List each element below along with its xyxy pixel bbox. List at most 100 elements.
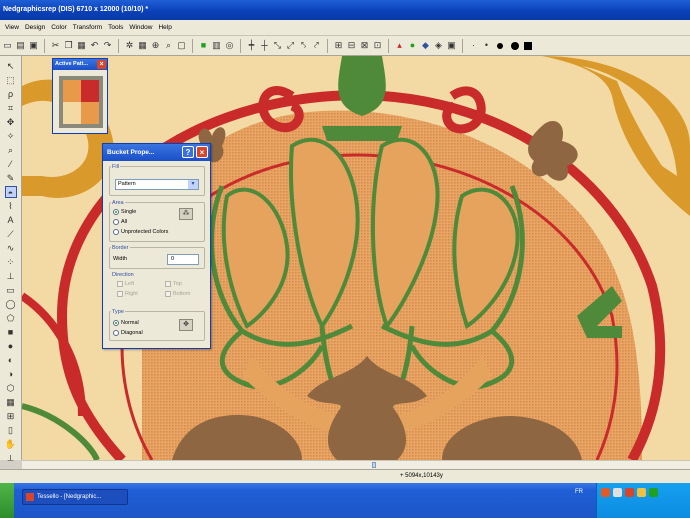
area-options-icon[interactable]: ⁂ (179, 208, 193, 220)
paste-icon[interactable]: ▦ (76, 40, 87, 51)
brush-square-icon[interactable] (524, 41, 532, 50)
area-unprotected-option[interactable]: Unprotected Colors (113, 229, 168, 235)
pencil-tool-icon[interactable]: ✎ (5, 172, 17, 184)
select-rect-tool-icon[interactable]: ⬚ (5, 74, 17, 86)
brush-size-1-icon[interactable]: · (468, 40, 479, 51)
stamp-tool-icon[interactable]: ⊥ (5, 270, 17, 282)
brush-tool-icon[interactable]: ⌇ (5, 200, 17, 212)
ellipse-tool-icon[interactable]: ◯ (5, 298, 17, 310)
taskbar-item-tessello[interactable]: Tessello - [Nedgraphic... (22, 489, 128, 505)
blend-tool-icon[interactable]: ◑ (5, 368, 17, 380)
active-pattern-close-button[interactable]: × (97, 60, 106, 69)
type-diagonal-radio[interactable] (113, 330, 119, 336)
color-swap-icon[interactable]: ● (407, 40, 418, 51)
direction-top-checkbox[interactable] (165, 281, 171, 287)
area-all-option[interactable]: All (113, 219, 127, 225)
security-icon[interactable] (625, 488, 634, 497)
area-single-option[interactable]: Single (113, 209, 136, 215)
brush-size-3-icon[interactable] (497, 42, 503, 49)
fit-icon[interactable]: ▢ (176, 40, 187, 51)
bucket-dialog-title-bar[interactable]: Bucket Prope... ? × (103, 144, 210, 161)
menu-design[interactable]: Design (22, 24, 48, 31)
menu-window[interactable]: Window (126, 24, 155, 31)
pointer-tool-icon[interactable]: ↖ (5, 60, 17, 72)
outline-tool-icon[interactable]: ⬡ (5, 382, 17, 394)
language-indicator[interactable]: FR (575, 489, 583, 495)
zoom-in-icon[interactable]: ⊕ (150, 40, 161, 51)
rotate-right-icon[interactable]: ⤢ (285, 40, 296, 51)
active-pattern-swatch[interactable] (59, 76, 103, 128)
direction-bottom-checkbox[interactable] (165, 291, 171, 297)
grid-icon[interactable]: ▦ (137, 40, 148, 51)
menu-transform[interactable]: Transform (70, 24, 105, 31)
tray-app-icon[interactable] (601, 488, 610, 497)
save-icon[interactable]: ▣ (28, 40, 39, 51)
pattern-icon[interactable]: ✲ (124, 40, 135, 51)
hand-tool-icon[interactable]: ✋ (5, 438, 17, 450)
settings-icon[interactable]: ◎ (224, 40, 235, 51)
open-icon[interactable]: ▤ (15, 40, 26, 51)
color-pick-icon[interactable]: ◆ (420, 40, 431, 51)
tile-icon[interactable]: ⊟ (346, 40, 357, 51)
rectangle-tool-icon[interactable]: ▭ (5, 284, 17, 296)
gradient-tool-icon[interactable]: ◐ (5, 354, 17, 366)
menu-view[interactable]: View (2, 24, 22, 31)
bucket-tool-icon[interactable]: ◓ (4, 186, 17, 198)
horizontal-scrollbar[interactable] (22, 460, 690, 469)
zoom-tool-icon[interactable]: ⌕ (5, 144, 17, 156)
border-width-input[interactable]: 0 (167, 254, 199, 265)
type-diagonal-option[interactable]: Diagonal (113, 330, 143, 336)
text-tool-icon[interactable]: A (5, 214, 17, 226)
undo-icon[interactable]: ↶ (89, 40, 100, 51)
direction-left-checkbox[interactable] (117, 281, 123, 287)
half-drop-icon[interactable]: ⊠ (359, 40, 370, 51)
move-tool-icon[interactable]: ✥ (5, 116, 17, 128)
bucket-properties-dialog[interactable]: Bucket Prope... ? × Fill Pattern ▾ Area … (102, 143, 211, 349)
spray-tool-icon[interactable]: ⁘ (5, 256, 17, 268)
fill-ellipse-tool-icon[interactable]: ● (5, 340, 17, 352)
lasso-tool-icon[interactable]: ρ (5, 88, 17, 100)
flip-icon[interactable]: ⤣ (298, 40, 309, 51)
fill-rect-tool-icon[interactable]: ■ (5, 326, 17, 338)
update-icon[interactable] (649, 488, 658, 497)
skew-icon[interactable]: ⤤ (311, 40, 322, 51)
redo-icon[interactable]: ↷ (102, 40, 113, 51)
eyedropper-tool-icon[interactable]: ⁄ (5, 158, 17, 170)
scrollbar-thumb[interactable] (372, 462, 376, 468)
brush-size-4-icon[interactable] (511, 41, 519, 50)
curve-tool-icon[interactable]: ∿ (5, 242, 17, 254)
magic-wand-tool-icon[interactable]: ✧ (5, 130, 17, 142)
direction-right-option[interactable]: Right (117, 291, 138, 297)
volume-icon[interactable] (637, 488, 646, 497)
type-normal-option[interactable]: Normal (113, 320, 139, 326)
menu-color[interactable]: Color (48, 24, 70, 31)
direction-right-checkbox[interactable] (117, 291, 123, 297)
polygon-tool-icon[interactable]: ⬠ (5, 312, 17, 324)
cut-icon[interactable]: ✂ (50, 40, 61, 51)
color-reduce-icon[interactable]: ▴ (394, 40, 405, 51)
mirror-vertical-icon[interactable]: ┼ (259, 40, 270, 51)
repeat-icon[interactable]: ⊞ (333, 40, 344, 51)
area-all-radio[interactable] (113, 219, 119, 225)
start-button[interactable] (0, 483, 14, 518)
close-button[interactable]: × (196, 146, 208, 158)
area-single-radio[interactable] (113, 209, 119, 215)
brush-size-2-icon[interactable]: • (481, 40, 492, 51)
active-pattern-title-bar[interactable]: Active Patt... × (53, 59, 107, 70)
network-icon[interactable] (613, 488, 622, 497)
type-options-icon[interactable]: ✥ (179, 319, 193, 331)
eraser-tool-icon[interactable]: ▯ (5, 424, 17, 436)
palette-icon[interactable]: ■ (198, 40, 209, 51)
direction-bottom-option[interactable]: Bottom (165, 291, 190, 297)
active-pattern-panel[interactable]: Active Patt... × (52, 58, 108, 134)
line-tool-icon[interactable]: ⟋ (5, 228, 17, 240)
color-table-icon[interactable]: ▣ (446, 40, 457, 51)
type-normal-radio[interactable] (113, 320, 119, 326)
fill-select[interactable]: Pattern ▾ (115, 179, 199, 190)
repeat-tool-icon[interactable]: ⊞ (5, 410, 17, 422)
copy-icon[interactable]: ❐ (63, 40, 74, 51)
mirror-horizontal-icon[interactable]: ┿ (246, 40, 257, 51)
crop-tool-icon[interactable]: ⌗ (5, 102, 17, 114)
color-merge-icon[interactable]: ◈ (433, 40, 444, 51)
layers-icon[interactable]: ▥ (211, 40, 222, 51)
